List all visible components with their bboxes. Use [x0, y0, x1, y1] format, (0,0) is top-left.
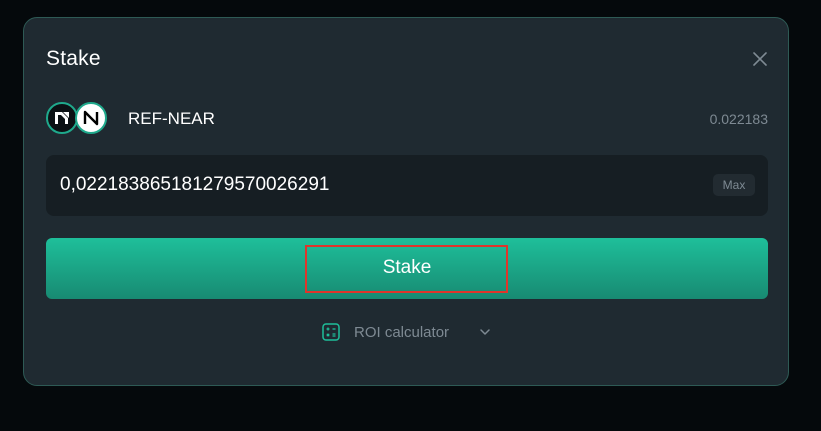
amount-input[interactable]: [60, 172, 660, 198]
token-name: REF-NEAR: [128, 109, 215, 128]
stake-dialog: Stake REF-NEAR 0.022183 Max Stake: [23, 17, 789, 386]
chevron-down-icon: [480, 329, 490, 335]
amount-field-container: Max: [46, 155, 768, 216]
close-icon[interactable]: [752, 51, 768, 67]
stake-button[interactable]: Stake: [46, 238, 768, 299]
highlight-box: [305, 245, 508, 293]
max-button[interactable]: Max: [713, 174, 755, 196]
token-row: REF-NEAR 0.022183: [46, 101, 768, 137]
near-token-icon: [75, 102, 107, 134]
token-balance: 0.022183: [709, 111, 768, 127]
ref-token-icon: [46, 102, 78, 134]
calculator-icon: [322, 323, 340, 341]
dialog-title: Stake: [46, 47, 101, 70]
roi-calculator-label: ROI calculator: [354, 324, 450, 341]
